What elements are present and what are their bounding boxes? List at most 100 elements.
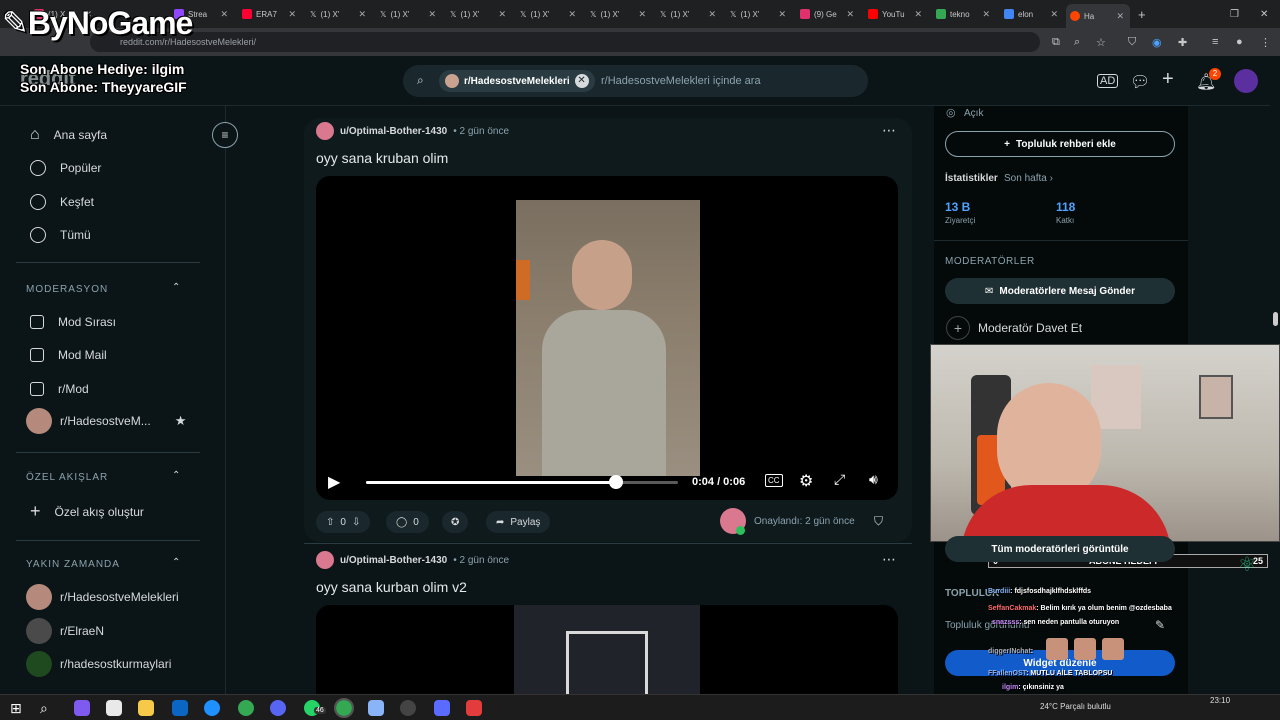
tab-close-icon[interactable]: ✕ <box>498 9 506 20</box>
tab-close-icon[interactable]: ✕ <box>638 9 646 20</box>
recent-item[interactable]: r/ElraeN <box>26 618 104 644</box>
create-custom-feed[interactable]: + Özel akış oluştur <box>30 501 144 522</box>
add-community-guide-button[interactable]: + Topluluk rehberi ekle <box>945 131 1175 157</box>
edge-icon[interactable] <box>204 700 220 716</box>
tab-close-icon[interactable]: ✕ <box>914 9 922 20</box>
invite-moderator-link[interactable]: Moderatör Davet Et <box>978 321 1082 335</box>
file-explorer-icon[interactable] <box>138 700 154 716</box>
sidebar-item-mod-queue[interactable]: Mod Sırası <box>30 315 116 329</box>
recent-item[interactable]: r/hadesostkurmaylari <box>26 651 171 677</box>
collapse-sidebar-icon[interactable]: ≡ <box>212 122 238 148</box>
sidebar-item-mod-mail[interactable]: Mod Mail <box>30 348 107 362</box>
browser-tab[interactable]: (9) Ge ✕ <box>796 4 860 24</box>
scrollbar-thumb[interactable] <box>1273 312 1278 326</box>
settings-gear-icon[interactable]: ⚙ <box>799 471 813 491</box>
search-bar[interactable]: ⌕ r/HadesostveMelekleri ✕ r/HadesostveMe… <box>403 65 868 97</box>
edit-pencil-icon[interactable]: ✎ <box>1155 618 1165 632</box>
kebab-menu-icon[interactable]: ⋮ <box>1260 36 1271 49</box>
chevron-up-icon[interactable]: ⌃ <box>172 282 180 293</box>
store-icon[interactable] <box>106 700 122 716</box>
video-progress-handle[interactable] <box>608 475 623 489</box>
browser-tab[interactable]: ERA7 ✕ <box>238 4 302 24</box>
play-icon[interactable]: ▶ <box>328 472 340 492</box>
user-avatar[interactable] <box>1234 69 1258 93</box>
tab-close-icon[interactable]: ✕ <box>358 9 366 20</box>
user-avatar[interactable] <box>316 551 334 569</box>
chrome-icon[interactable] <box>238 700 254 716</box>
new-tab-button[interactable]: + <box>1134 4 1154 24</box>
sidebar-item-r-mod[interactable]: r/Mod <box>30 382 89 396</box>
tab-close-icon[interactable]: ✕ <box>428 9 436 20</box>
mod-shield-icon[interactable]: ⛉ <box>874 514 883 529</box>
discord-icon[interactable] <box>270 700 286 716</box>
url-field[interactable]: reddit.com/r/HadesostveMelekleri/ <box>90 32 1040 52</box>
tab-close-icon[interactable]: ✕ <box>778 9 786 20</box>
app-icon[interactable] <box>434 700 450 716</box>
browser-tab[interactable]: 𝕏 (1) X' ✕ <box>656 4 722 24</box>
browser-tab[interactable]: 𝕏 (1) X' ✕ <box>726 4 792 24</box>
chevron-up-icon[interactable]: ⌃ <box>172 470 180 481</box>
tab-close-icon[interactable]: ✕ <box>220 9 228 20</box>
zoom-icon[interactable]: ⌕ <box>1074 36 1080 49</box>
chrome-active-icon[interactable] <box>334 698 354 718</box>
browser-tab-active[interactable]: Ha ✕ <box>1066 4 1130 28</box>
post-options-icon[interactable]: ⋯ <box>882 122 896 139</box>
profile-icon[interactable]: ● <box>1236 36 1243 48</box>
view-all-mods-button[interactable]: Tüm moderatörleri görüntüle <box>945 536 1175 562</box>
recent-item[interactable]: r/HadesostveMelekleri <box>26 584 179 610</box>
sidebar-item-popular[interactable]: Popüler <box>30 160 101 176</box>
favorite-star-icon[interactable]: ★ <box>175 413 187 429</box>
window-restore-icon[interactable]: ❐ <box>1226 4 1242 24</box>
install-icon[interactable]: ⧉ <box>1052 36 1060 49</box>
weather-widget[interactable]: 24°C Parçalı bulutlu <box>1040 702 1111 711</box>
browser-tab[interactable]: 𝕏 (1) X' ✕ <box>376 4 442 24</box>
share-button[interactable]: ➦ Paylaş <box>486 511 551 533</box>
search-community-chip[interactable]: r/HadesostveMelekleri ✕ <box>439 70 595 92</box>
volume-icon[interactable]: 🔊︎ <box>869 471 878 488</box>
chat-icon[interactable]: 💬︎ <box>1130 72 1150 92</box>
upvote-icon[interactable]: ⇧ <box>326 517 334 528</box>
browser-tab[interactable]: 𝕏 (1) X' ✕ <box>446 4 512 24</box>
browser-tab[interactable]: tekno ✕ <box>932 4 996 24</box>
browser-tab[interactable]: 𝕏 (1) X' ✕ <box>586 4 652 24</box>
post-title[interactable]: oyy sana kruban olim <box>316 150 448 166</box>
menu-list-icon[interactable]: ≡ <box>1212 36 1218 48</box>
comments-button[interactable]: ◯ 0 <box>386 511 429 533</box>
video-player[interactable]: ▶ 0:04 / 0:06 CC ⚙ ⤢ 🔊︎ <box>316 176 898 500</box>
copilot-icon[interactable] <box>74 700 90 716</box>
create-post-icon[interactable]: + <box>1162 68 1174 91</box>
downvote-icon[interactable]: ⇩ <box>352 517 360 528</box>
video-progress-track[interactable] <box>366 475 678 489</box>
stats-period-selector[interactable]: Son hafta › <box>1004 173 1053 184</box>
post-options-icon[interactable]: ⋯ <box>882 551 896 568</box>
window-close-icon[interactable]: ✕ <box>1256 4 1272 24</box>
chevron-up-icon[interactable]: ⌃ <box>172 557 180 568</box>
post-title[interactable]: oyy sana kurban olim v2 <box>316 579 467 595</box>
clear-chip-icon[interactable]: ✕ <box>574 74 589 88</box>
windows-start-icon[interactable]: ⊞ <box>10 700 22 717</box>
search-input[interactable]: r/HadesostveMelekleri içinde ara <box>601 75 761 87</box>
user-avatar[interactable] <box>316 122 334 140</box>
outlook-icon[interactable] <box>172 700 188 716</box>
message-mods-button[interactable]: ✉ Moderatörlere Mesaj Gönder <box>945 278 1175 304</box>
tab-close-icon[interactable]: ✕ <box>846 9 854 20</box>
tab-close-icon[interactable]: ✕ <box>1050 9 1058 20</box>
search-icon[interactable]: ⌕ <box>40 700 48 717</box>
sidebar-item-all[interactable]: Tümü <box>30 227 91 243</box>
sidebar-item-home[interactable]: ⌂ Ana sayfa <box>30 126 107 144</box>
shield-extension-icon[interactable]: ⛉ <box>1128 36 1136 49</box>
bookmark-star-icon[interactable]: ☆ <box>1096 36 1106 49</box>
award-button[interactable]: ✪ <box>442 511 469 533</box>
tab-close-icon[interactable]: ✕ <box>1116 11 1124 22</box>
browser-tab[interactable]: elon ✕ <box>1000 4 1064 24</box>
advertise-icon[interactable]: AD <box>1097 74 1119 88</box>
app-icon[interactable] <box>466 700 482 716</box>
video-player[interactable] <box>316 605 898 694</box>
browser-tab[interactable]: 𝕏 (1) X' ✕ <box>516 4 582 24</box>
sidebar-item-hadesost[interactable]: r/HadesostveM... ★ <box>26 408 186 434</box>
tab-close-icon[interactable]: ✕ <box>708 9 716 20</box>
obs-icon[interactable] <box>400 700 416 716</box>
captions-icon[interactable]: CC <box>765 474 783 487</box>
puzzle-extensions-icon[interactable]: ✚ <box>1178 36 1187 49</box>
tab-close-icon[interactable]: ✕ <box>568 9 576 20</box>
